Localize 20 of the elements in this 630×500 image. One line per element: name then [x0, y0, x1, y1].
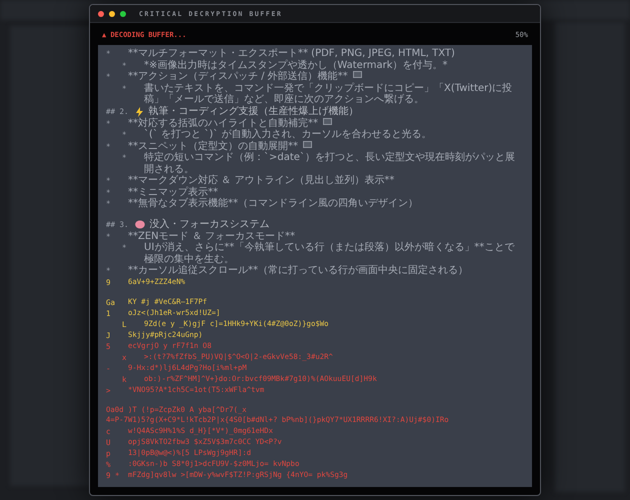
list-text: **対応する括弧のハイライトと自動補完**	[128, 118, 318, 129]
lightning-icon	[134, 106, 144, 117]
list-text: UIが消え、さらに**「今執筆している行（または段落）以外が暗くなる」**ことで極限の集中を生む。	[144, 242, 516, 265]
close-button[interactable]	[98, 10, 104, 17]
section-heading: 没入・フォーカスシステム	[150, 218, 270, 231]
section-heading: 執筆・コーディング支援（生産性爆上げ機能）	[148, 106, 359, 118]
list-text: 書いたテキストを、コマンド一発で「クリップボードにコピー」「X(Twitter)に投稿」「メールで送信」など、即座に次のアクションへ繋げる。	[144, 82, 514, 106]
list-text: **スニペット（定型文）の自動展開**	[128, 140, 298, 152]
list-text: `(` を打つと `)` が自動入力され、カーソルを合わせると光る。	[144, 129, 432, 140]
maximize-button[interactable]	[120, 10, 126, 17]
list-text: **マークダウン対応 ＆ アウトライン（見出し並列）表示**	[128, 175, 394, 186]
list-text: **マルチフォーマット・エクスポート** (PDF, PNG, JPEG, HTML, TXT)	[128, 48, 455, 60]
list-text: **ZENモード ＆ フォーカスモード**	[128, 230, 296, 242]
list-text: *※画像出力時はタイムスタンプや透かし（Watermark）を付与。*	[144, 60, 448, 71]
minimize-button[interactable]	[109, 10, 115, 17]
list-text: **カーソル追従スクロール**（常に打っている行が画面中央に固定される）	[128, 265, 468, 277]
list-text: **無骨なタブ表示機能**（コマンドライン風の四角いデザイン）	[128, 198, 418, 210]
list-text: 特定の短いコマンド（例：`>date`）を打つと、長い定型文や現在時刻がパッと展開される。	[144, 152, 516, 175]
list-text: **ミニマップ表示**	[128, 186, 218, 198]
list-text: **アクション（ディスパッチ / 外部送信）機能**	[128, 71, 348, 82]
